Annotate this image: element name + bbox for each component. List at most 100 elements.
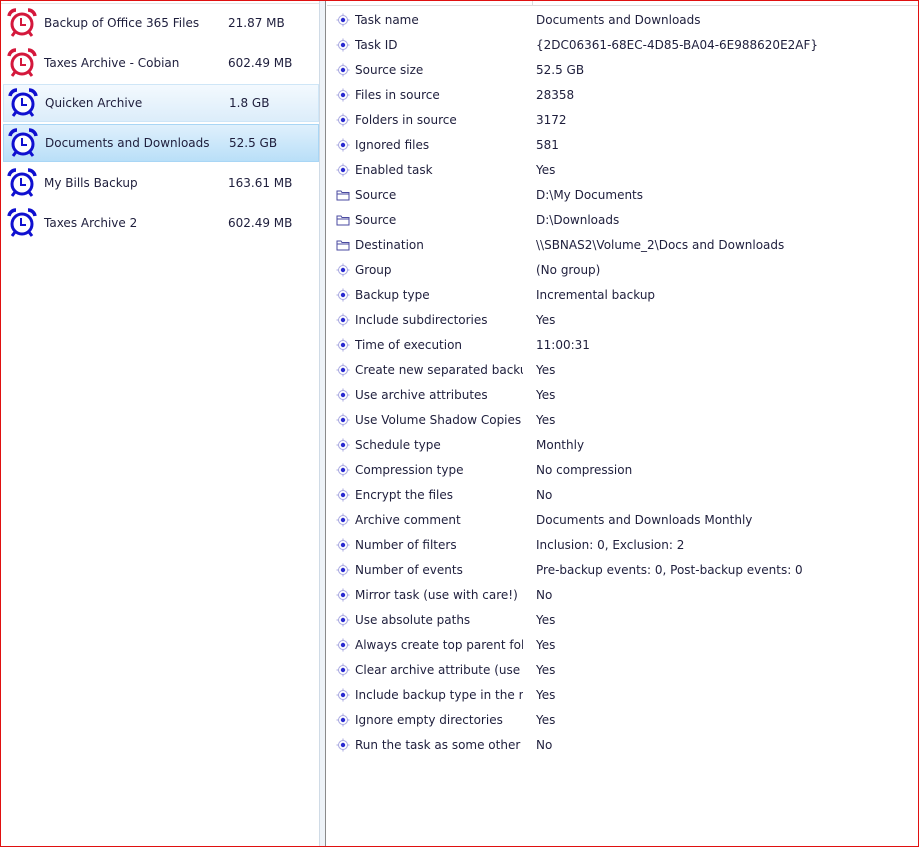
property-row[interactable]: Run the task as some other user No	[327, 732, 918, 757]
property-icon	[336, 163, 350, 177]
property-icon	[336, 513, 350, 527]
property-value: Documents and Downloads	[536, 12, 701, 27]
folder-icon	[336, 213, 350, 227]
property-value: D:\Downloads	[536, 212, 620, 227]
task-name: Taxes Archive - Cobian	[44, 56, 180, 70]
property-row[interactable]: Use absolute paths Yes	[327, 607, 918, 632]
task-name: Documents and Downloads	[45, 136, 210, 150]
property-row[interactable]: Group (No group)	[327, 257, 918, 282]
property-icon	[336, 13, 350, 27]
property-row[interactable]: Clear archive attribute (use with Yes	[327, 657, 918, 682]
property-name: Task name	[355, 12, 419, 27]
property-row[interactable]: Number of events Pre-backup events: 0, Po…	[327, 557, 918, 582]
property-value: Inclusion: 0, Exclusion: 2	[536, 537, 685, 552]
property-name: Use archive attributes	[355, 387, 488, 402]
property-name: Time of execution	[355, 337, 463, 352]
property-name: Folders in source	[355, 112, 457, 127]
property-row[interactable]: Source size 52.5 GB	[327, 57, 918, 82]
property-name: Number of filters	[355, 537, 457, 552]
property-row[interactable]: Include subdirectories Yes	[327, 307, 918, 332]
property-icon	[336, 338, 350, 352]
property-row[interactable]: Backup type Incremental backup	[327, 282, 918, 307]
property-value: No	[536, 587, 553, 602]
property-name: Ignore empty directories	[355, 712, 503, 727]
property-name: Archive comment	[355, 512, 461, 527]
alarm-clock-blue-icon	[8, 128, 38, 158]
task-list[interactable]: Backup of Office 365 Files 21.87 MB Taxes …	[1, 0, 319, 846]
property-row[interactable]: Ignored files 581	[327, 132, 918, 157]
properties-panel[interactable]: Task name Documents and Downloads Task ID {…	[327, 0, 918, 846]
property-icon	[336, 438, 350, 452]
splitter[interactable]	[319, 0, 326, 846]
task-size: 1.8 GB	[229, 96, 270, 110]
property-icon	[336, 688, 350, 702]
property-row[interactable]: Number of filters Inclusion: 0, Exclusion…	[327, 532, 918, 557]
task-item[interactable]: Quicken Archive 1.8 GB	[3, 84, 319, 122]
folder-icon	[336, 188, 350, 202]
property-name: Source	[355, 212, 397, 227]
property-row[interactable]: Schedule type Monthly	[327, 432, 918, 457]
property-row[interactable]: Source D:\Downloads	[327, 207, 918, 232]
property-row[interactable]: Files in source 28358	[327, 82, 918, 107]
task-item[interactable]: Taxes Archive - Cobian 602.49 MB	[3, 44, 319, 82]
property-value: 11:00:31	[536, 337, 590, 352]
property-icon	[336, 488, 350, 502]
alarm-clock-blue-icon	[8, 88, 38, 118]
alarm-clock-blue-icon	[7, 208, 37, 238]
property-value: No	[536, 487, 553, 502]
property-name: Use Volume Shadow Copies	[355, 412, 522, 427]
property-value: Yes	[536, 312, 556, 327]
task-size: 21.87 MB	[228, 16, 285, 30]
alarm-clock-red-icon	[7, 8, 37, 38]
property-row[interactable]: Compression type No compression	[327, 457, 918, 482]
property-name: Use absolute paths	[355, 612, 471, 627]
property-row[interactable]: Always create top parent folder Yes	[327, 632, 918, 657]
property-icon	[336, 713, 350, 727]
property-name: Enabled task	[355, 162, 433, 177]
property-row[interactable]: Time of execution 11:00:31	[327, 332, 918, 357]
property-row[interactable]: Source D:\My Documents	[327, 182, 918, 207]
property-row[interactable]: Destination \\SBNAS2\Volume_2\Docs and Do…	[327, 232, 918, 257]
folder-icon	[336, 238, 350, 252]
property-name: Include backup type in the name	[355, 687, 523, 702]
property-row[interactable]: Enabled task Yes	[327, 157, 918, 182]
property-icon	[336, 663, 350, 677]
property-value: 581	[536, 137, 559, 152]
task-item[interactable]: My Bills Backup 163.61 MB	[3, 164, 319, 202]
task-item[interactable]: Taxes Archive 2 602.49 MB	[3, 204, 319, 242]
property-name: Include subdirectories	[355, 312, 488, 327]
task-size: 602.49 MB	[228, 216, 293, 230]
property-icon	[336, 138, 350, 152]
task-name: Taxes Archive 2	[44, 216, 138, 230]
task-item[interactable]: Backup of Office 365 Files 21.87 MB	[3, 4, 319, 42]
property-row[interactable]: Create new separated backups Yes	[327, 357, 918, 382]
property-value: 52.5 GB	[536, 62, 585, 77]
property-value: Yes	[536, 712, 556, 727]
property-icon	[336, 638, 350, 652]
property-value: 3172	[536, 112, 567, 127]
task-item[interactable]: Documents and Downloads 52.5 GB	[3, 124, 319, 162]
property-row[interactable]: Encrypt the files No	[327, 482, 918, 507]
task-size: 52.5 GB	[229, 136, 278, 150]
property-row[interactable]: Task name Documents and Downloads	[327, 7, 918, 32]
property-value: Yes	[536, 612, 556, 627]
property-name: Run the task as some other user	[355, 737, 523, 752]
property-row[interactable]: Mirror task (use with care!) No	[327, 582, 918, 607]
property-row[interactable]: Folders in source 3172	[327, 107, 918, 132]
property-row[interactable]: Use archive attributes Yes	[327, 382, 918, 407]
property-row[interactable]: Ignore empty directories Yes	[327, 707, 918, 732]
property-name: Files in source	[355, 87, 440, 102]
property-value: D:\My Documents	[536, 187, 644, 202]
task-name: My Bills Backup	[44, 176, 138, 190]
property-value: {2DC06361-68EC-4D85-BA04-6E988620E2AF}	[536, 37, 819, 52]
property-value: No	[536, 737, 553, 752]
property-row[interactable]: Include backup type in the name Yes	[327, 682, 918, 707]
property-name: Source	[355, 187, 397, 202]
property-row[interactable]: Archive comment Documents and Downloads M…	[327, 507, 918, 532]
property-row[interactable]: Task ID {2DC06361-68EC-4D85-BA04-6E988620…	[327, 32, 918, 57]
alarm-clock-red-icon	[7, 48, 37, 78]
property-row[interactable]: Use Volume Shadow Copies Yes	[327, 407, 918, 432]
property-name: Number of events	[355, 562, 463, 577]
property-name: Ignored files	[355, 137, 430, 152]
task-name: Quicken Archive	[45, 96, 143, 110]
